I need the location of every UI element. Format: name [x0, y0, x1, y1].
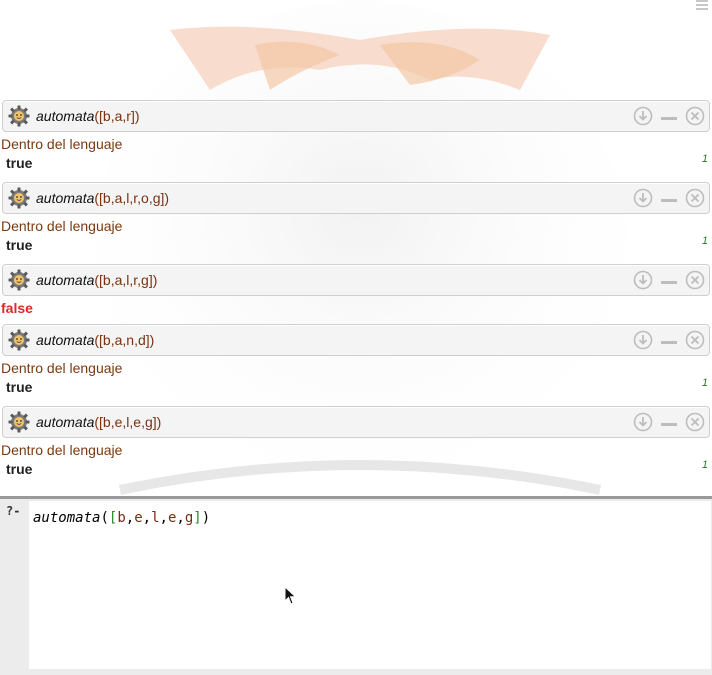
- query-text: automata([b,a,l,r,o,g]): [36, 190, 170, 206]
- download-icon[interactable]: [633, 412, 653, 432]
- gear-icon[interactable]: [8, 269, 30, 291]
- download-icon[interactable]: [633, 188, 653, 208]
- query-text: automata([b,a,r]): [36, 108, 140, 124]
- query-output: Dentro del lenguaje: [1, 442, 123, 458]
- close-icon[interactable]: [685, 330, 705, 350]
- query-box: automata([b,a,l,r,o,g]): [2, 182, 710, 214]
- minimize-icon[interactable]: [659, 106, 679, 126]
- minimize-icon[interactable]: [659, 188, 679, 208]
- query-box: automata([b,a,r]): [2, 100, 710, 132]
- query-box: automata([b,a,l,r,g]): [2, 264, 710, 296]
- answer-row: true 1: [0, 153, 712, 176]
- close-icon[interactable]: [685, 270, 705, 290]
- query-controls: [627, 330, 705, 350]
- editor-line[interactable]: automata([b,e,l,e,g]): [33, 510, 210, 526]
- close-icon[interactable]: [685, 412, 705, 432]
- answer-row: true 1: [0, 459, 712, 482]
- query-box: automata([b,e,l,e,g]): [2, 406, 710, 438]
- query-text: automata([b,a,n,d]): [36, 332, 155, 348]
- query-box: automata([b,a,n,d]): [2, 324, 710, 356]
- query-controls: [627, 106, 705, 126]
- download-icon[interactable]: [633, 330, 653, 350]
- answer-value: true: [6, 461, 33, 477]
- query-controls: [627, 188, 705, 208]
- minimize-icon[interactable]: [659, 330, 679, 350]
- query-controls: [627, 270, 705, 290]
- gear-icon[interactable]: [8, 411, 30, 433]
- query-controls: [627, 412, 705, 432]
- solution-number: 1: [701, 235, 708, 247]
- close-icon[interactable]: [685, 106, 705, 126]
- gear-icon[interactable]: [8, 187, 30, 209]
- mouse-pointer-icon: [284, 586, 297, 605]
- download-icon[interactable]: [633, 106, 653, 126]
- query-text: automata([b,a,l,r,g]): [36, 272, 158, 288]
- query-output: Dentro del lenguaje: [1, 218, 123, 234]
- hamburger-menu-icon[interactable]: [696, 0, 708, 10]
- query-text: automata([b,e,l,e,g]): [36, 414, 162, 430]
- minimize-icon[interactable]: [659, 412, 679, 432]
- query-editor[interactable]: automata([b,e,l,e,g]): [29, 501, 711, 669]
- gear-icon[interactable]: [8, 329, 30, 351]
- solution-number: 1: [701, 153, 708, 165]
- query-output: Dentro del lenguaje: [1, 136, 123, 152]
- query-editor-pane: ?- automata([b,e,l,e,g]): [0, 499, 712, 675]
- gear-icon[interactable]: [8, 105, 30, 127]
- answer-value: true: [6, 237, 33, 253]
- solution-number: 1: [701, 377, 708, 389]
- results-pane: automata([b,a,r]) Dentro del lenguaje tr…: [0, 100, 712, 492]
- answer-row: true 1: [0, 377, 712, 400]
- close-icon[interactable]: [685, 188, 705, 208]
- query-output: Dentro del lenguaje: [1, 360, 123, 376]
- answer-false: false: [1, 300, 33, 316]
- solution-number: 1: [701, 459, 708, 471]
- answer-value: true: [6, 155, 33, 171]
- answer-value: true: [6, 379, 33, 395]
- download-icon[interactable]: [633, 270, 653, 290]
- answer-row: true 1: [0, 235, 712, 258]
- minimize-icon[interactable]: [659, 270, 679, 290]
- query-prompt: ?-: [6, 504, 21, 518]
